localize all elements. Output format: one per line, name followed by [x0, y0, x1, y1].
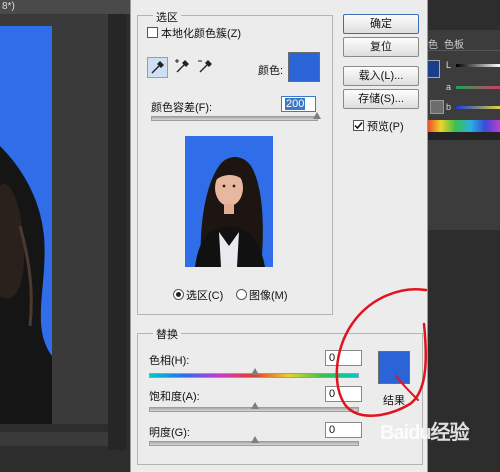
selection-color-swatch[interactable]	[288, 52, 320, 82]
selection-preview	[185, 136, 273, 267]
selection-group-legend: 选区	[153, 9, 181, 25]
panel-tab-swatches[interactable]: 色板	[444, 36, 464, 51]
background-swatch[interactable]	[430, 100, 444, 114]
preview-label: 预览(P)	[367, 121, 404, 133]
lightness-value: 0	[329, 424, 336, 436]
eyedropper-plus-icon	[175, 59, 189, 73]
subtract-from-sample-button[interactable]	[196, 57, 215, 76]
save-button[interactable]: 存储(S)...	[343, 89, 419, 109]
fuzziness-value: 200	[285, 98, 306, 110]
channel-label-l: L	[446, 60, 452, 70]
annotation-circle	[335, 288, 428, 417]
color-ramp[interactable]	[426, 120, 500, 132]
checkmark-icon	[354, 122, 363, 130]
panel-tab-color[interactable]: 色	[428, 36, 438, 51]
localized-clusters-label: 本地化颜色簇(Z)	[161, 28, 242, 40]
saturation-slider-thumb[interactable]	[251, 402, 259, 409]
eyedropper-icon	[151, 61, 164, 74]
channel-label-b: b	[446, 102, 452, 112]
watermark: Baidu经验	[380, 422, 470, 444]
color-panel: 色 色板 L a b	[426, 30, 500, 230]
channel-slider-a[interactable]	[456, 86, 500, 89]
canvas-scrollbar[interactable]	[108, 14, 126, 450]
radio-selection[interactable]	[173, 289, 184, 300]
status-bar	[0, 432, 108, 446]
radio-image-label: 图像(M)	[249, 290, 288, 302]
panel-footer	[426, 132, 500, 140]
document-tab-label: 8*)	[2, 1, 15, 12]
eyedropper-minus-icon	[198, 60, 212, 73]
channel-label-a: a	[446, 82, 452, 92]
lightness-label: 明度(G):	[149, 427, 190, 439]
add-to-sample-button[interactable]	[173, 57, 192, 76]
load-button[interactable]: 载入(L)...	[343, 66, 419, 86]
saturation-label: 饱和度(A):	[149, 391, 200, 403]
foreground-swatch[interactable]	[426, 60, 440, 78]
lightness-slider-thumb[interactable]	[251, 436, 259, 443]
reset-button[interactable]: 复位	[343, 37, 419, 57]
fuzziness-label: 颜色容差(F):	[151, 102, 213, 114]
radio-selection-label: 选区(C)	[186, 290, 224, 302]
color-label: 颜色:	[258, 65, 284, 77]
panel-divider	[426, 50, 500, 51]
canvas-photo	[0, 26, 52, 424]
channel-slider-b[interactable]	[456, 106, 500, 109]
eyedropper-button[interactable]	[147, 57, 168, 78]
preview-checkbox[interactable]	[353, 120, 364, 131]
fuzziness-slider[interactable]	[151, 116, 318, 121]
hue-label: 色相(H):	[149, 355, 190, 367]
ok-button[interactable]: 确定	[343, 14, 419, 34]
radio-image[interactable]	[236, 289, 247, 300]
fuzziness-input[interactable]: 200	[281, 96, 316, 112]
hue-slider-thumb[interactable]	[251, 368, 259, 375]
localized-clusters-checkbox[interactable]	[147, 27, 158, 38]
fuzziness-slider-thumb[interactable]	[313, 112, 321, 119]
lightness-input[interactable]: 0	[325, 422, 362, 438]
replace-group-legend: 替换	[153, 326, 181, 342]
channel-slider-l[interactable]	[456, 64, 500, 67]
document-tab[interactable]: 8*)	[0, 0, 132, 14]
